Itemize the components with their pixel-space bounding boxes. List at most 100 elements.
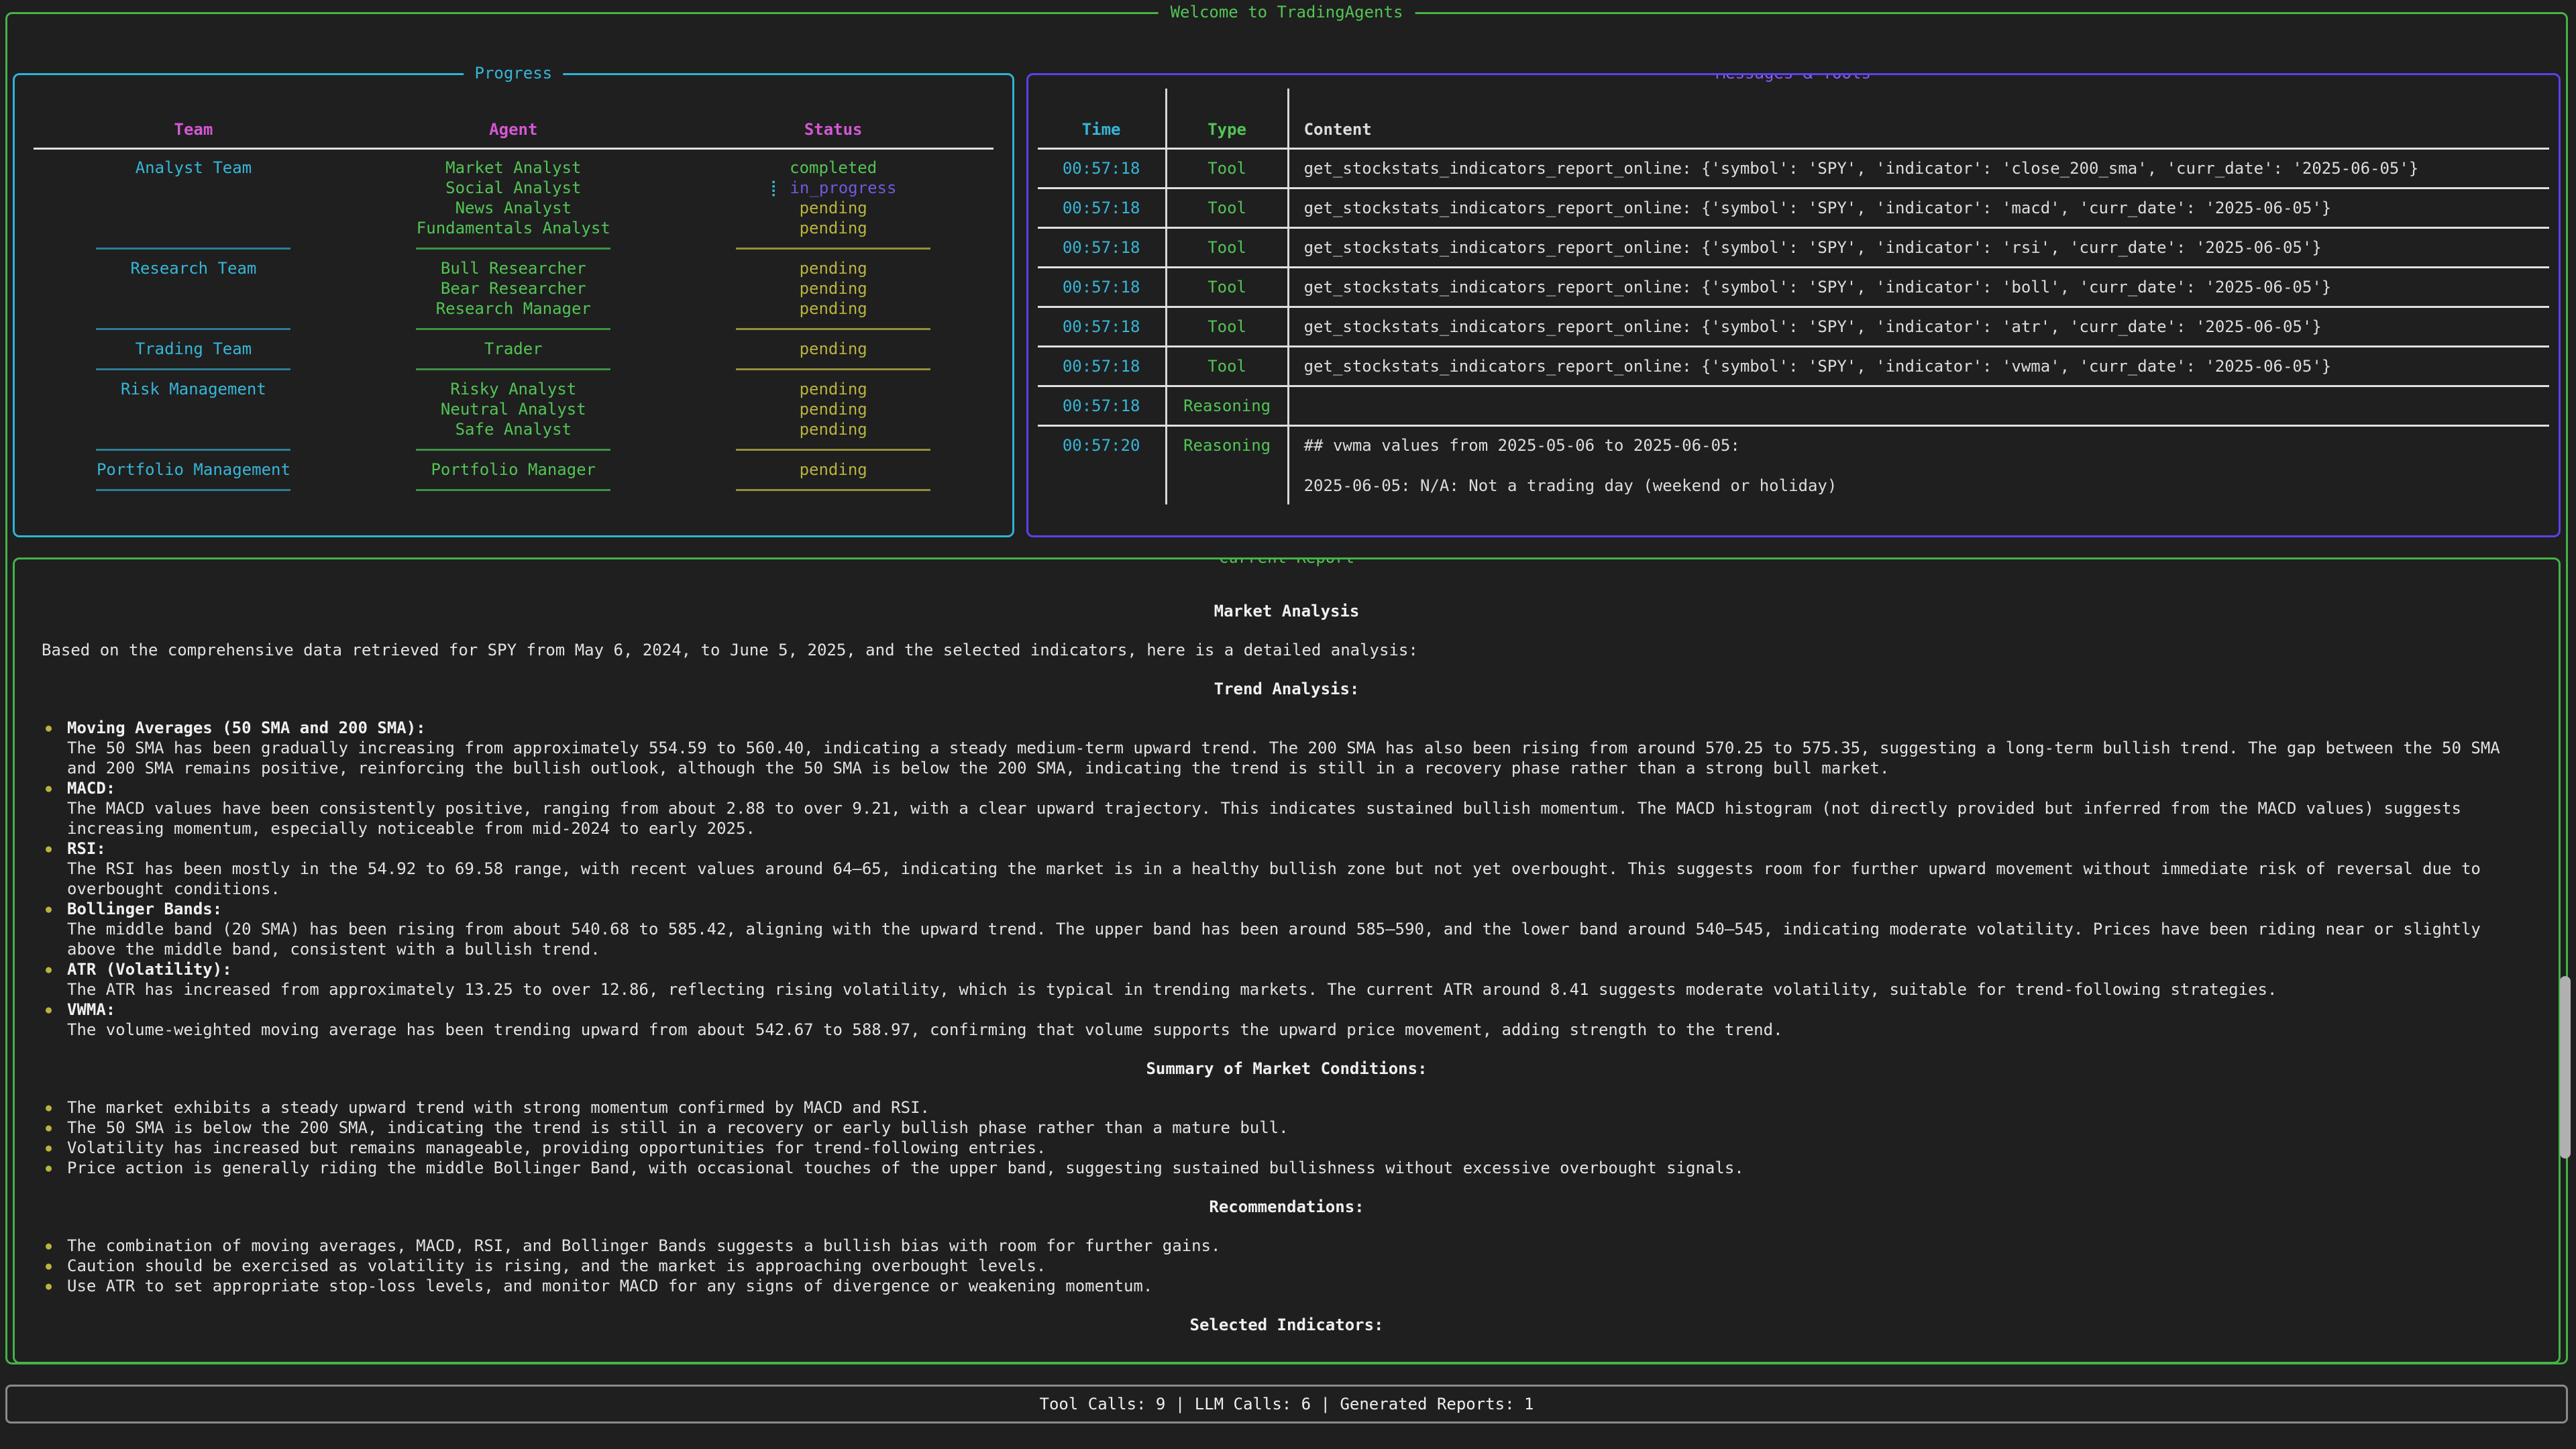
status-cell: pending xyxy=(674,399,994,419)
status-cell: completed xyxy=(674,158,994,178)
time-cell: 00:57:18 xyxy=(1038,387,1165,425)
messages-table: Time Type Content 00:57:18Toolget_stocks… xyxy=(1028,75,2559,504)
type-cell: Tool xyxy=(1165,268,1287,306)
agent-cell: Neutral Analyst xyxy=(354,399,674,419)
column-header-time: Time xyxy=(1038,89,1165,148)
column-header-team: Team xyxy=(34,89,354,140)
status-cell: pending xyxy=(674,419,994,439)
team-cell xyxy=(34,419,354,439)
progress-row: Fundamentals Analystpending xyxy=(34,218,994,238)
section-heading: Recommendations: xyxy=(42,1197,2532,1217)
bullet-text: The 50 SMA has been gradually increasing… xyxy=(67,738,2532,778)
bullet-item: ●Volatility has increased but remains ma… xyxy=(42,1138,2532,1158)
bullet-item: ●Moving Averages (50 SMA and 200 SMA):Th… xyxy=(42,718,2532,778)
bullet-item: ●Bollinger Bands:The middle band (20 SMA… xyxy=(42,899,2532,959)
spinner-icon: ⡇ xyxy=(770,178,782,197)
bullet-text: Caution should be exercised as volatilit… xyxy=(67,1256,2532,1276)
progress-row: Safe Analystpending xyxy=(34,419,994,439)
bullet-icon: ● xyxy=(42,839,67,899)
team-cell xyxy=(34,218,354,238)
bullet-icon: ● xyxy=(42,1236,67,1256)
column-header-agent: Agent xyxy=(354,89,674,140)
column-header-content: Content xyxy=(1287,89,2549,148)
scrollbar-thumb[interactable] xyxy=(2560,976,2571,1159)
progress-row: Portfolio ManagementPortfolio Managerpen… xyxy=(34,460,994,480)
bullet-item: ●RSI:The RSI has been mostly in the 54.9… xyxy=(42,839,2532,899)
type-cell: Reasoning xyxy=(1165,387,1287,425)
section-heading: Trend Analysis: xyxy=(42,679,2532,699)
agent-cell: Market Analyst xyxy=(354,158,674,178)
agent-cell: Bear Researcher xyxy=(354,278,674,299)
bullet-item: ●Use ATR to set appropriate stop-loss le… xyxy=(42,1276,2532,1296)
bullet-label: Moving Averages (50 SMA and 200 SMA): xyxy=(67,718,2532,738)
terminal-screen: Welcome to TradingAgents Progress Team A… xyxy=(0,0,2576,1449)
agent-cell: Fundamentals Analyst xyxy=(354,218,674,238)
team-cell: Analyst Team xyxy=(34,158,354,178)
group-separator xyxy=(34,238,994,258)
progress-row: Analyst TeamMarket Analystcompleted xyxy=(34,158,994,178)
status-cell: pending xyxy=(674,278,994,299)
team-cell: Research Team xyxy=(34,258,354,278)
time-cell: 00:57:18 xyxy=(1038,189,1165,227)
bullet-text: The volume-weighted moving average has b… xyxy=(67,1020,2532,1040)
progress-panel-title: Progress xyxy=(464,64,564,83)
bullet-icon: ● xyxy=(42,718,67,778)
report-intro: Based on the comprehensive data retrieve… xyxy=(42,640,2532,660)
bullet-item: ●The 50 SMA is below the 200 SMA, indica… xyxy=(42,1118,2532,1138)
team-cell xyxy=(34,198,354,218)
status-cell: ⡇in_progress xyxy=(674,178,994,198)
bullet-item: ●MACD:The MACD values have been consiste… xyxy=(42,778,2532,839)
team-cell: Trading Team xyxy=(34,339,354,359)
content-cell: ## vwma values from 2025-05-06 to 2025-0… xyxy=(1287,427,2549,504)
type-cell: Tool xyxy=(1165,189,1287,227)
type-cell: Reasoning xyxy=(1165,427,1287,504)
progress-row: Social Analyst⡇in_progress xyxy=(34,178,994,198)
agent-cell: Portfolio Manager xyxy=(354,460,674,480)
agent-cell: Bull Researcher xyxy=(354,258,674,278)
team-cell xyxy=(34,399,354,419)
bullet-text: The combination of moving averages, MACD… xyxy=(67,1236,2532,1256)
column-header-type: Type xyxy=(1165,89,1287,148)
messages-panel-title: Messages & Tools xyxy=(1705,73,1882,83)
bullet-icon: ● xyxy=(42,1118,67,1138)
content-cell xyxy=(1287,387,2549,425)
group-separator xyxy=(34,480,994,500)
progress-row: Trading TeamTraderpending xyxy=(34,339,994,359)
column-header-status: Status xyxy=(674,89,994,140)
agent-cell: Risky Analyst xyxy=(354,379,674,399)
type-cell: Tool xyxy=(1165,308,1287,345)
bullet-label: Bollinger Bands: xyxy=(67,899,2532,919)
section-heading: Selected Indicators: xyxy=(42,1315,2532,1335)
report-panel: Current Report Market Analysis Based on … xyxy=(13,557,2561,1364)
team-cell xyxy=(34,278,354,299)
content-cell: get_stockstats_indicators_report_online:… xyxy=(1287,189,2549,227)
bullet-label: ATR (Volatility): xyxy=(67,959,2532,979)
bullet-text: Price action is generally riding the mid… xyxy=(67,1158,2532,1178)
report-body: Market Analysis Based on the comprehensi… xyxy=(15,559,2559,1335)
time-cell: 00:57:18 xyxy=(1038,347,1165,385)
bullet-text: The ATR has increased from approximately… xyxy=(67,979,2532,1000)
status-cell: pending xyxy=(674,379,994,399)
section-heading: Summary of Market Conditions: xyxy=(42,1059,2532,1079)
bullet-text: The 50 SMA is below the 200 SMA, indicat… xyxy=(67,1118,2532,1138)
welcome-title: Welcome to TradingAgents xyxy=(1159,3,1415,21)
welcome-panel: Welcome to TradingAgents Progress Team A… xyxy=(5,12,2568,1364)
bullet-text: The MACD values have been consistently p… xyxy=(67,798,2532,839)
agent-cell: News Analyst xyxy=(354,198,674,218)
type-cell: Tool xyxy=(1165,347,1287,385)
team-cell: Risk Management xyxy=(34,379,354,399)
time-cell: 00:57:18 xyxy=(1038,308,1165,345)
content-cell: get_stockstats_indicators_report_online:… xyxy=(1287,229,2549,266)
status-cell: pending xyxy=(674,339,994,359)
agent-cell: Trader xyxy=(354,339,674,359)
progress-row: Bear Researcherpending xyxy=(34,278,994,299)
stats-text: Tool Calls: 9 | LLM Calls: 6 | Generated… xyxy=(1040,1395,1534,1413)
bullet-item: ●Price action is generally riding the mi… xyxy=(42,1158,2532,1178)
bullet-text: The market exhibits a steady upward tren… xyxy=(67,1097,2532,1118)
status-cell: pending xyxy=(674,198,994,218)
bullet-icon: ● xyxy=(42,1000,67,1040)
agent-cell: Research Manager xyxy=(354,299,674,319)
bullet-icon: ● xyxy=(42,1256,67,1276)
progress-row: News Analystpending xyxy=(34,198,994,218)
content-cell: get_stockstats_indicators_report_online:… xyxy=(1287,308,2549,345)
